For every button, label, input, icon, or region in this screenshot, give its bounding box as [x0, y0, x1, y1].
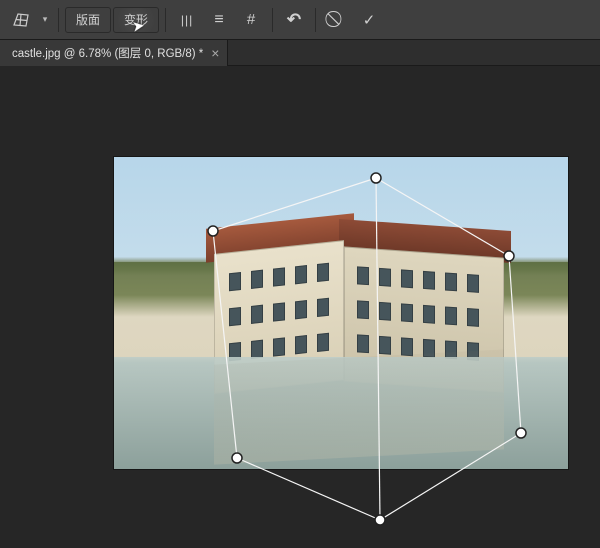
split-grid-icon[interactable]: #	[236, 6, 266, 34]
commit-icon[interactable]: ✓	[354, 6, 384, 34]
document-tab-bar: castle.jpg @ 6.78% (图层 0, RGB/8) * ×	[0, 40, 600, 66]
divider	[315, 8, 316, 32]
chevron-down-icon[interactable]: ▾	[38, 6, 52, 34]
divider	[165, 8, 166, 32]
divider	[58, 8, 59, 32]
canvas-area[interactable]	[0, 66, 600, 548]
cancel-icon[interactable]: ⃠	[322, 6, 352, 34]
perspective-grid-icon[interactable]	[6, 6, 36, 34]
options-toolbar: ▾ 版面 变形 ||| ≡ # ↶ ⃠ ✓	[0, 0, 600, 40]
split-horizontal-icon[interactable]: ≡	[204, 6, 234, 34]
document-tab-title: castle.jpg @ 6.78% (图层 0, RGB/8) *	[12, 45, 203, 61]
warp-button[interactable]: 变形	[113, 7, 159, 33]
document-tab[interactable]: castle.jpg @ 6.78% (图层 0, RGB/8) * ×	[0, 40, 228, 66]
image-canvas[interactable]	[114, 157, 568, 469]
split-vertical-icon[interactable]: |||	[172, 6, 202, 34]
divider	[272, 8, 273, 32]
undo-icon[interactable]: ↶	[279, 6, 309, 34]
panel-button[interactable]: 版面	[65, 7, 111, 33]
close-icon[interactable]: ×	[211, 46, 219, 60]
reflection	[214, 349, 504, 464]
